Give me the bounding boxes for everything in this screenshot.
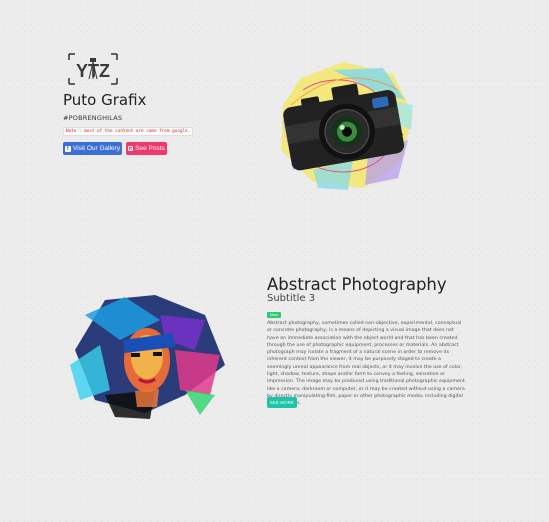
- abstract-portrait-image: [65, 295, 230, 420]
- section-subtitle: Subtitle 3: [267, 293, 316, 304]
- see-posts-button[interactable]: See Posts: [126, 142, 167, 155]
- instagram-icon: [128, 146, 134, 151]
- section-description: Abstract photography, sometimes called n…: [267, 321, 465, 406]
- brand-title: Puto Grafix: [63, 91, 147, 109]
- source-note: Note : most of the content are came from…: [63, 127, 194, 136]
- brand-tagline: #POBRENGHILAS: [63, 114, 123, 122]
- section-title: Abstract Photography: [267, 275, 447, 294]
- visit-gallery-label: Visit Our Gallery: [72, 145, 121, 152]
- see-posts-label: See Posts: [135, 145, 165, 152]
- brand-logo: YTZ: [67, 52, 119, 86]
- new-badge: New: [267, 312, 281, 318]
- see-more-button[interactable]: SEE MORE: [267, 397, 297, 408]
- visit-gallery-button[interactable]: f Visit Our Gallery: [63, 142, 122, 155]
- facebook-icon: f: [64, 145, 71, 152]
- camera-illustration: [273, 60, 418, 195]
